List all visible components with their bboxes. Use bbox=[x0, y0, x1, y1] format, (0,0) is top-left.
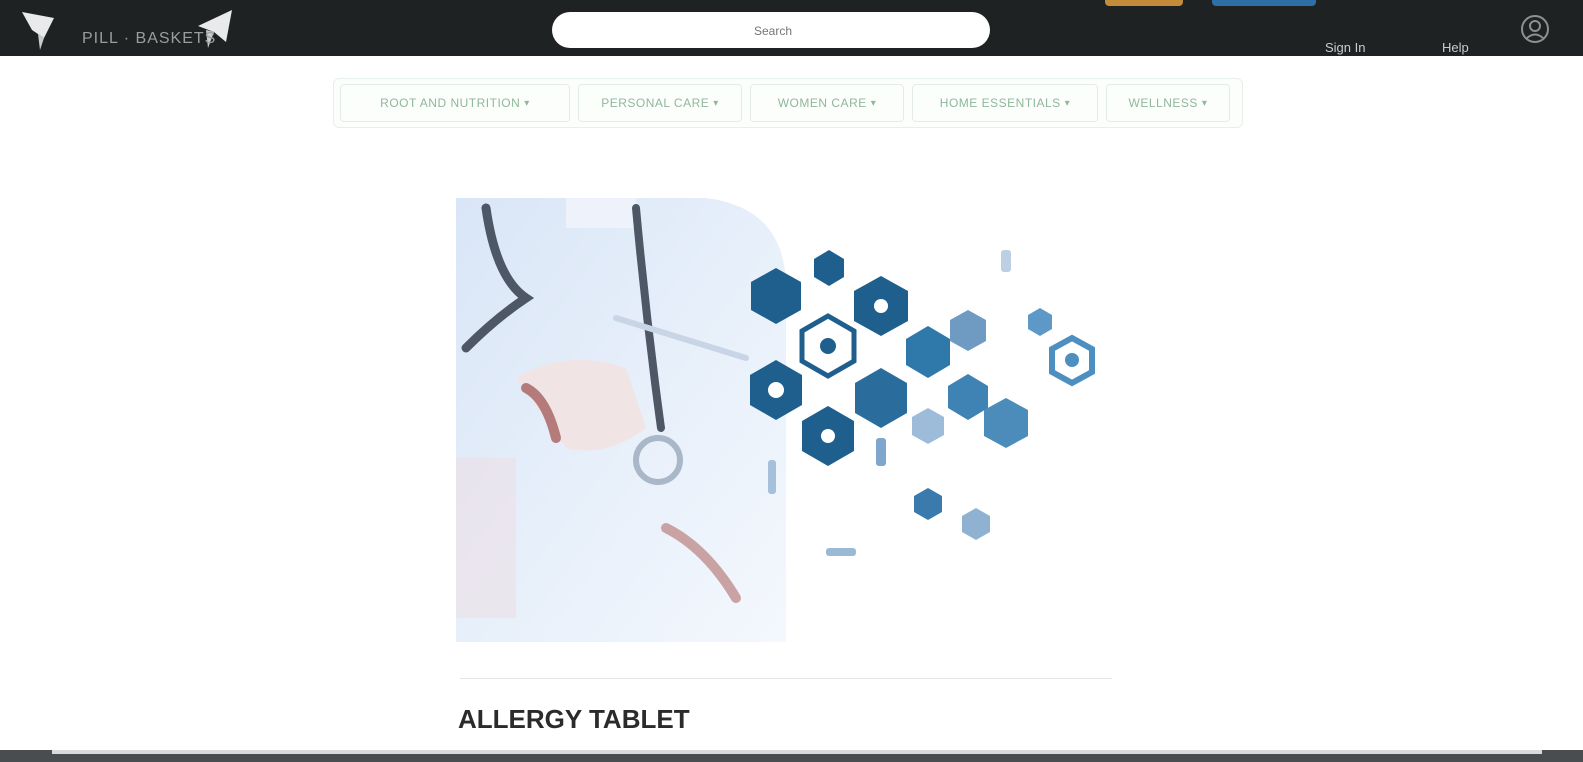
top-header: PILL · BASKETS Sign In Help bbox=[0, 0, 1583, 56]
search-input[interactable] bbox=[552, 12, 994, 50]
scrollbar-thumb[interactable] bbox=[52, 750, 1542, 754]
nav-item-label: ROOT AND NUTRITION bbox=[380, 96, 521, 110]
hero-medical-illustration bbox=[456, 198, 1095, 642]
promo-banner-blue[interactable] bbox=[1212, 0, 1316, 6]
nav-item-label: WELLNESS bbox=[1128, 96, 1198, 110]
sign-in-link[interactable]: Sign In bbox=[1325, 40, 1365, 55]
chevron-down-icon: ▾ bbox=[1201, 97, 1208, 109]
search-box[interactable] bbox=[552, 12, 994, 50]
product-title: ALLERGY TABLET bbox=[458, 704, 690, 734]
nav-item-women-care[interactable]: WOMEN CARE ▾ bbox=[750, 84, 904, 122]
chevron-down-icon: ▾ bbox=[713, 97, 719, 109]
nav-item-root-nutrition[interactable]: ROOT AND NUTRITION ▾ bbox=[340, 84, 570, 122]
nav-item-home-essentials[interactable]: HOME ESSENTIALS ▾ bbox=[912, 84, 1098, 122]
horizontal-scrollbar[interactable] bbox=[0, 750, 1583, 762]
nav-item-label: HOME ESSENTIALS bbox=[939, 96, 1061, 110]
site-logo[interactable]: PILL · BASKETS bbox=[20, 8, 245, 52]
nav-item-personal-care[interactable]: PERSONAL CARE ▾ bbox=[578, 84, 742, 122]
section-divider bbox=[460, 678, 1112, 679]
logo-text: PILL · BASKETS bbox=[82, 30, 217, 47]
nav-item-label: WOMEN CARE bbox=[777, 96, 867, 110]
nav-item-wellness[interactable]: WELLNESS ▾ bbox=[1106, 84, 1230, 122]
help-link[interactable]: Help bbox=[1442, 40, 1469, 55]
category-nav: ROOT AND NUTRITION ▾ PERSONAL CARE ▾ WOMEN… bbox=[333, 78, 1243, 128]
promo-banner-orange[interactable] bbox=[1105, 0, 1183, 6]
chevron-down-icon: ▾ bbox=[524, 97, 530, 109]
chevron-down-icon: ▾ bbox=[870, 97, 877, 109]
chevron-down-icon: ▾ bbox=[1064, 97, 1071, 109]
medical-hexagon-icons bbox=[750, 250, 1095, 556]
nav-item-label: PERSONAL CARE bbox=[601, 96, 710, 110]
account-icon[interactable] bbox=[1520, 14, 1550, 44]
